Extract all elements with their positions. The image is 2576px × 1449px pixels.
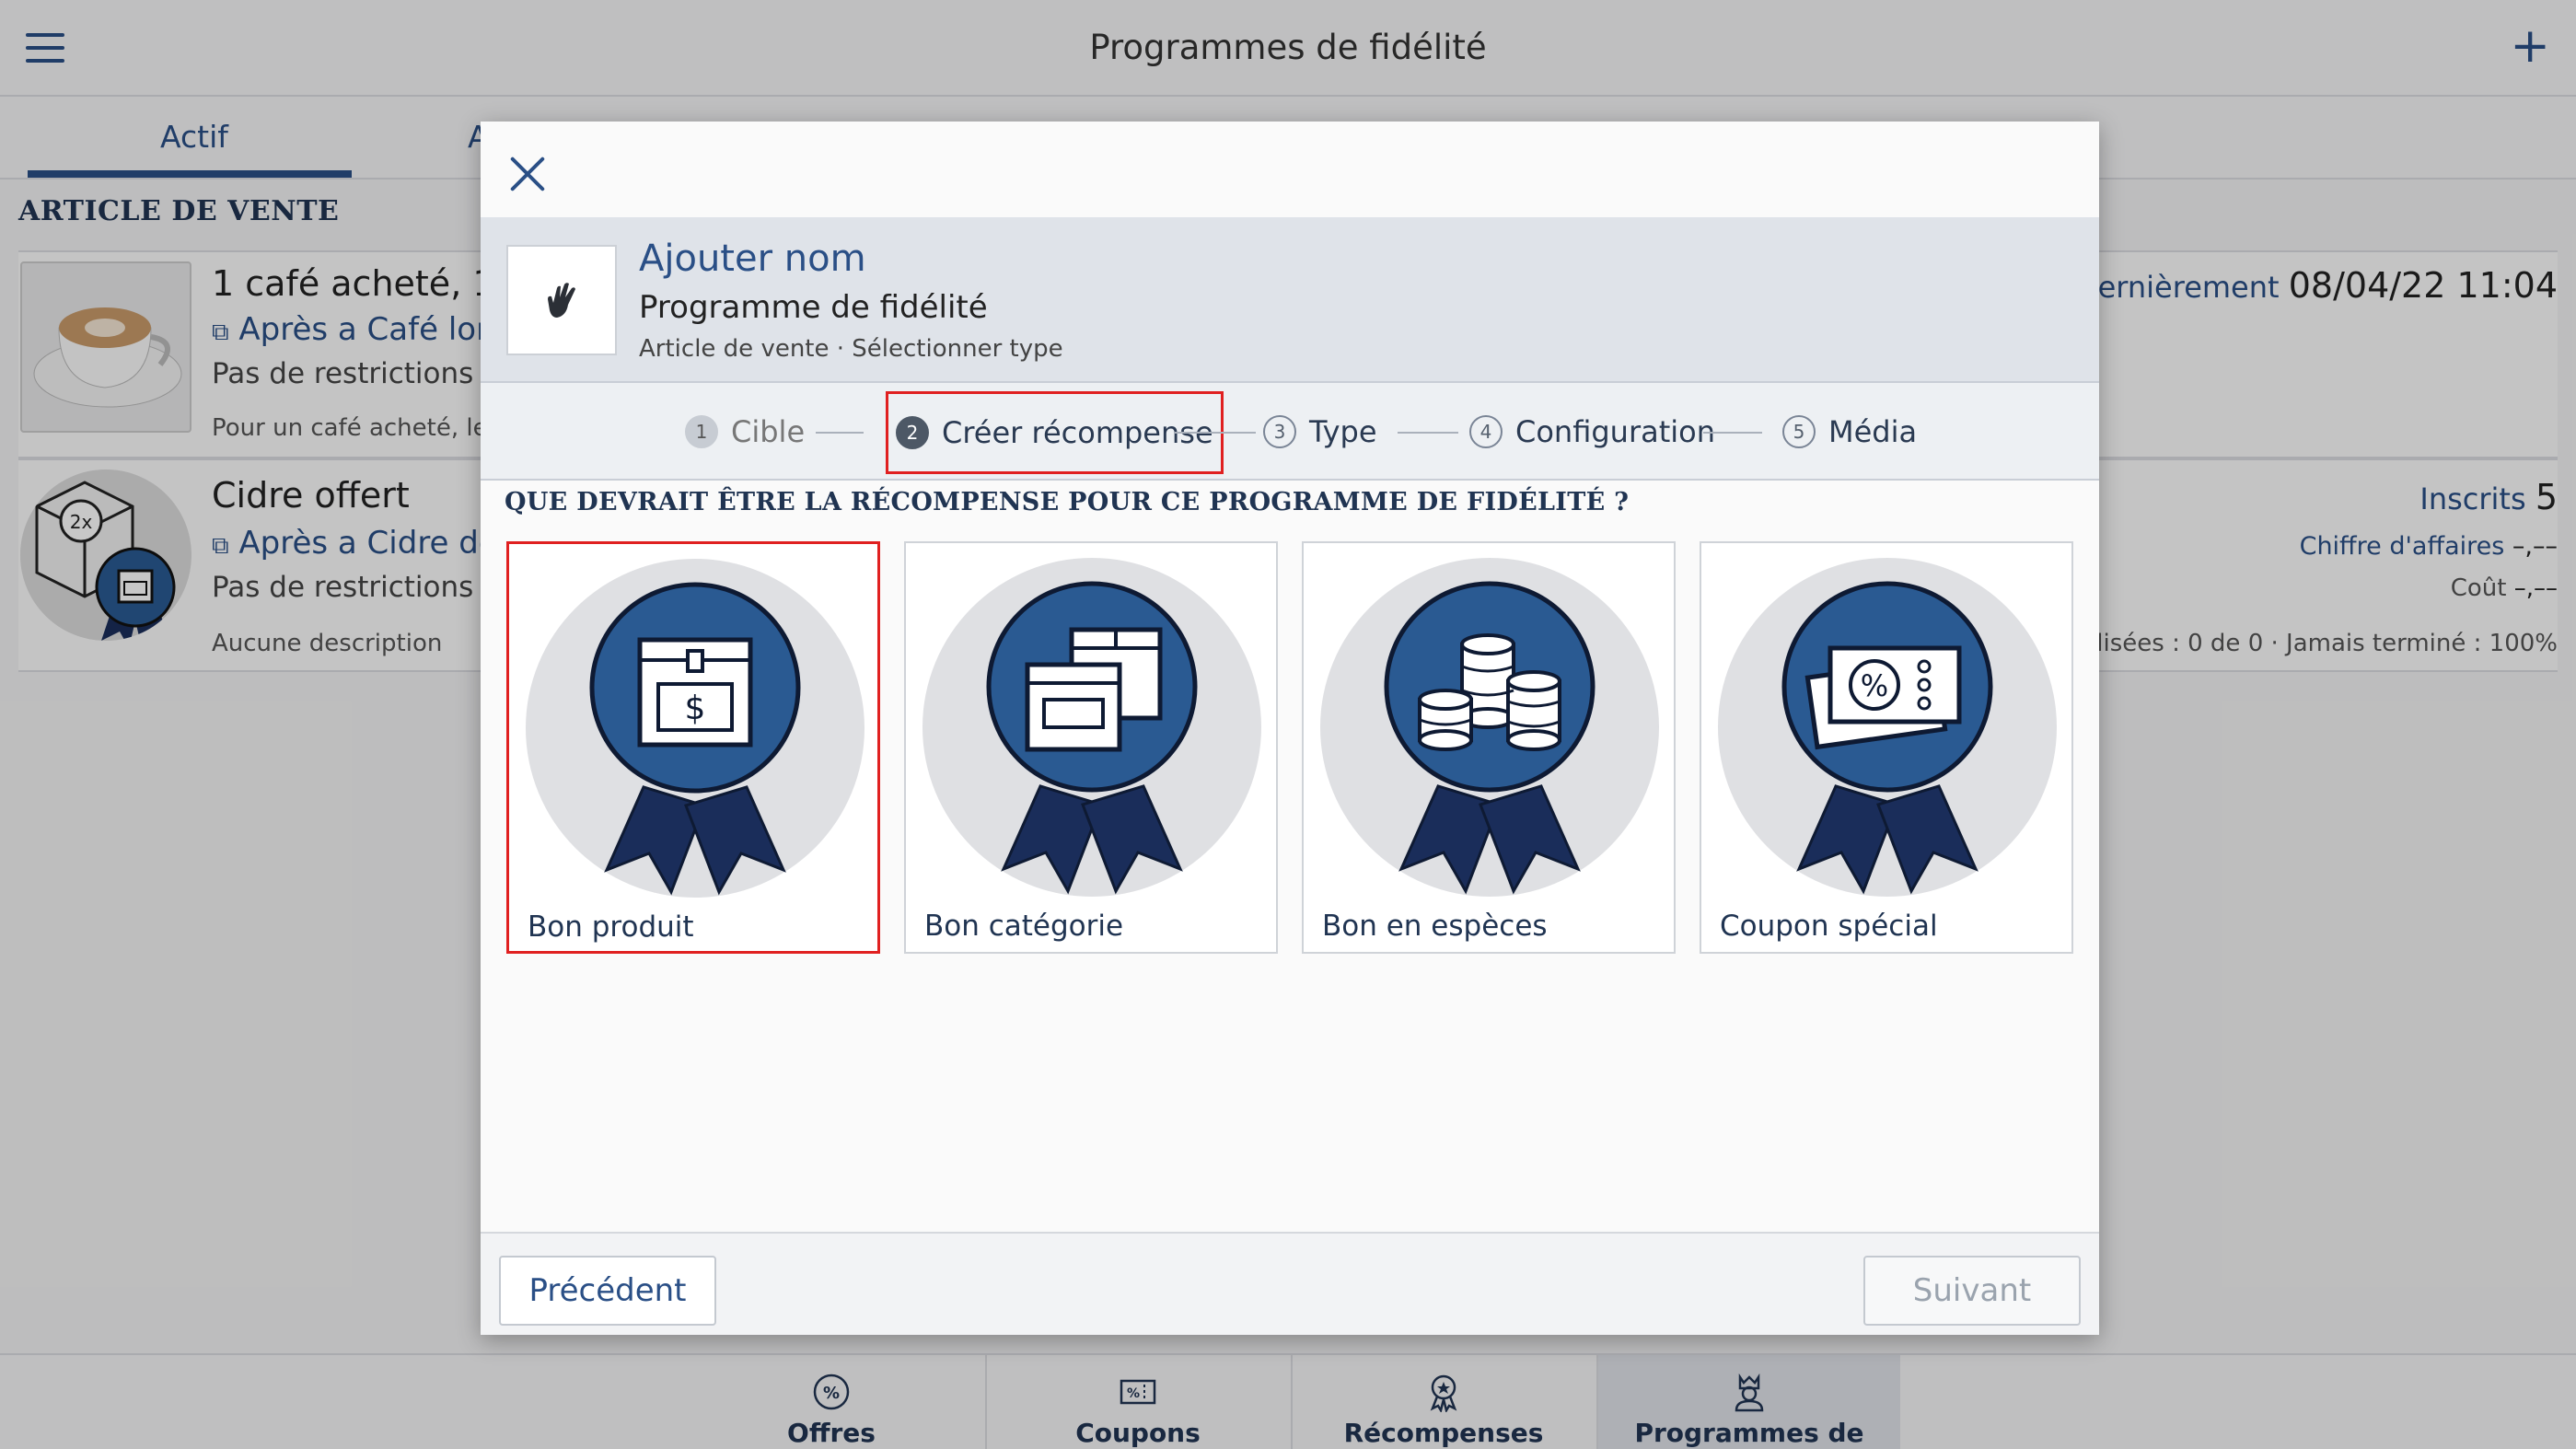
hand-icon (548, 283, 575, 318)
cash-voucher-icon (1320, 558, 1659, 897)
step-media[interactable]: 5 Média (1782, 405, 1917, 458)
wizard-stepper: 1 Cible 2 Créer récompense 3 Type 4 Configur… (481, 383, 2099, 481)
svg-text:%: % (1861, 668, 1888, 703)
program-type: Programme de fidélité (639, 289, 988, 326)
program-avatar[interactable] (506, 245, 617, 355)
dialog-footer: Précédent Suivant (481, 1232, 2099, 1335)
next-button[interactable]: Suivant (1863, 1256, 2081, 1326)
option-special-coupon[interactable]: % Coupon spécial (1700, 541, 2073, 954)
option-product-voucher[interactable]: $ Bon produit (506, 541, 880, 954)
program-subtitle: Article de vente · Sélectionner type (639, 335, 1063, 363)
option-label: Bon produit (528, 910, 694, 944)
create-reward-dialog: Ajouter nom Programme de fidélité Articl… (481, 122, 2099, 1335)
option-category-voucher[interactable]: Bon catégorie (904, 541, 1278, 954)
svg-text:$: $ (685, 690, 706, 727)
step-target[interactable]: 1 Cible (685, 405, 805, 458)
program-name[interactable]: Ajouter nom (639, 238, 866, 280)
option-label: Coupon spécial (1720, 910, 1938, 943)
reward-question: QUE DEVRAIT ÊTRE LA RÉCOMPENSE POUR CE P… (505, 488, 1630, 516)
option-label: Bon en espèces (1322, 910, 1548, 943)
previous-button[interactable]: Précédent (499, 1256, 716, 1326)
option-cash-voucher[interactable]: Bon en espèces (1302, 541, 1676, 954)
close-icon[interactable] (508, 155, 547, 193)
product-voucher-icon: $ (526, 559, 864, 898)
step-type[interactable]: 3 Type (1263, 405, 1377, 458)
category-voucher-icon (922, 558, 1261, 897)
option-label: Bon catégorie (924, 910, 1124, 943)
step-configuration[interactable]: 4 Configuration (1469, 405, 1715, 458)
step-create-reward[interactable]: 2 Créer récompense (886, 391, 1224, 474)
special-coupon-icon: % (1718, 558, 2057, 897)
program-header: Ajouter nom Programme de fidélité Articl… (481, 217, 2099, 383)
